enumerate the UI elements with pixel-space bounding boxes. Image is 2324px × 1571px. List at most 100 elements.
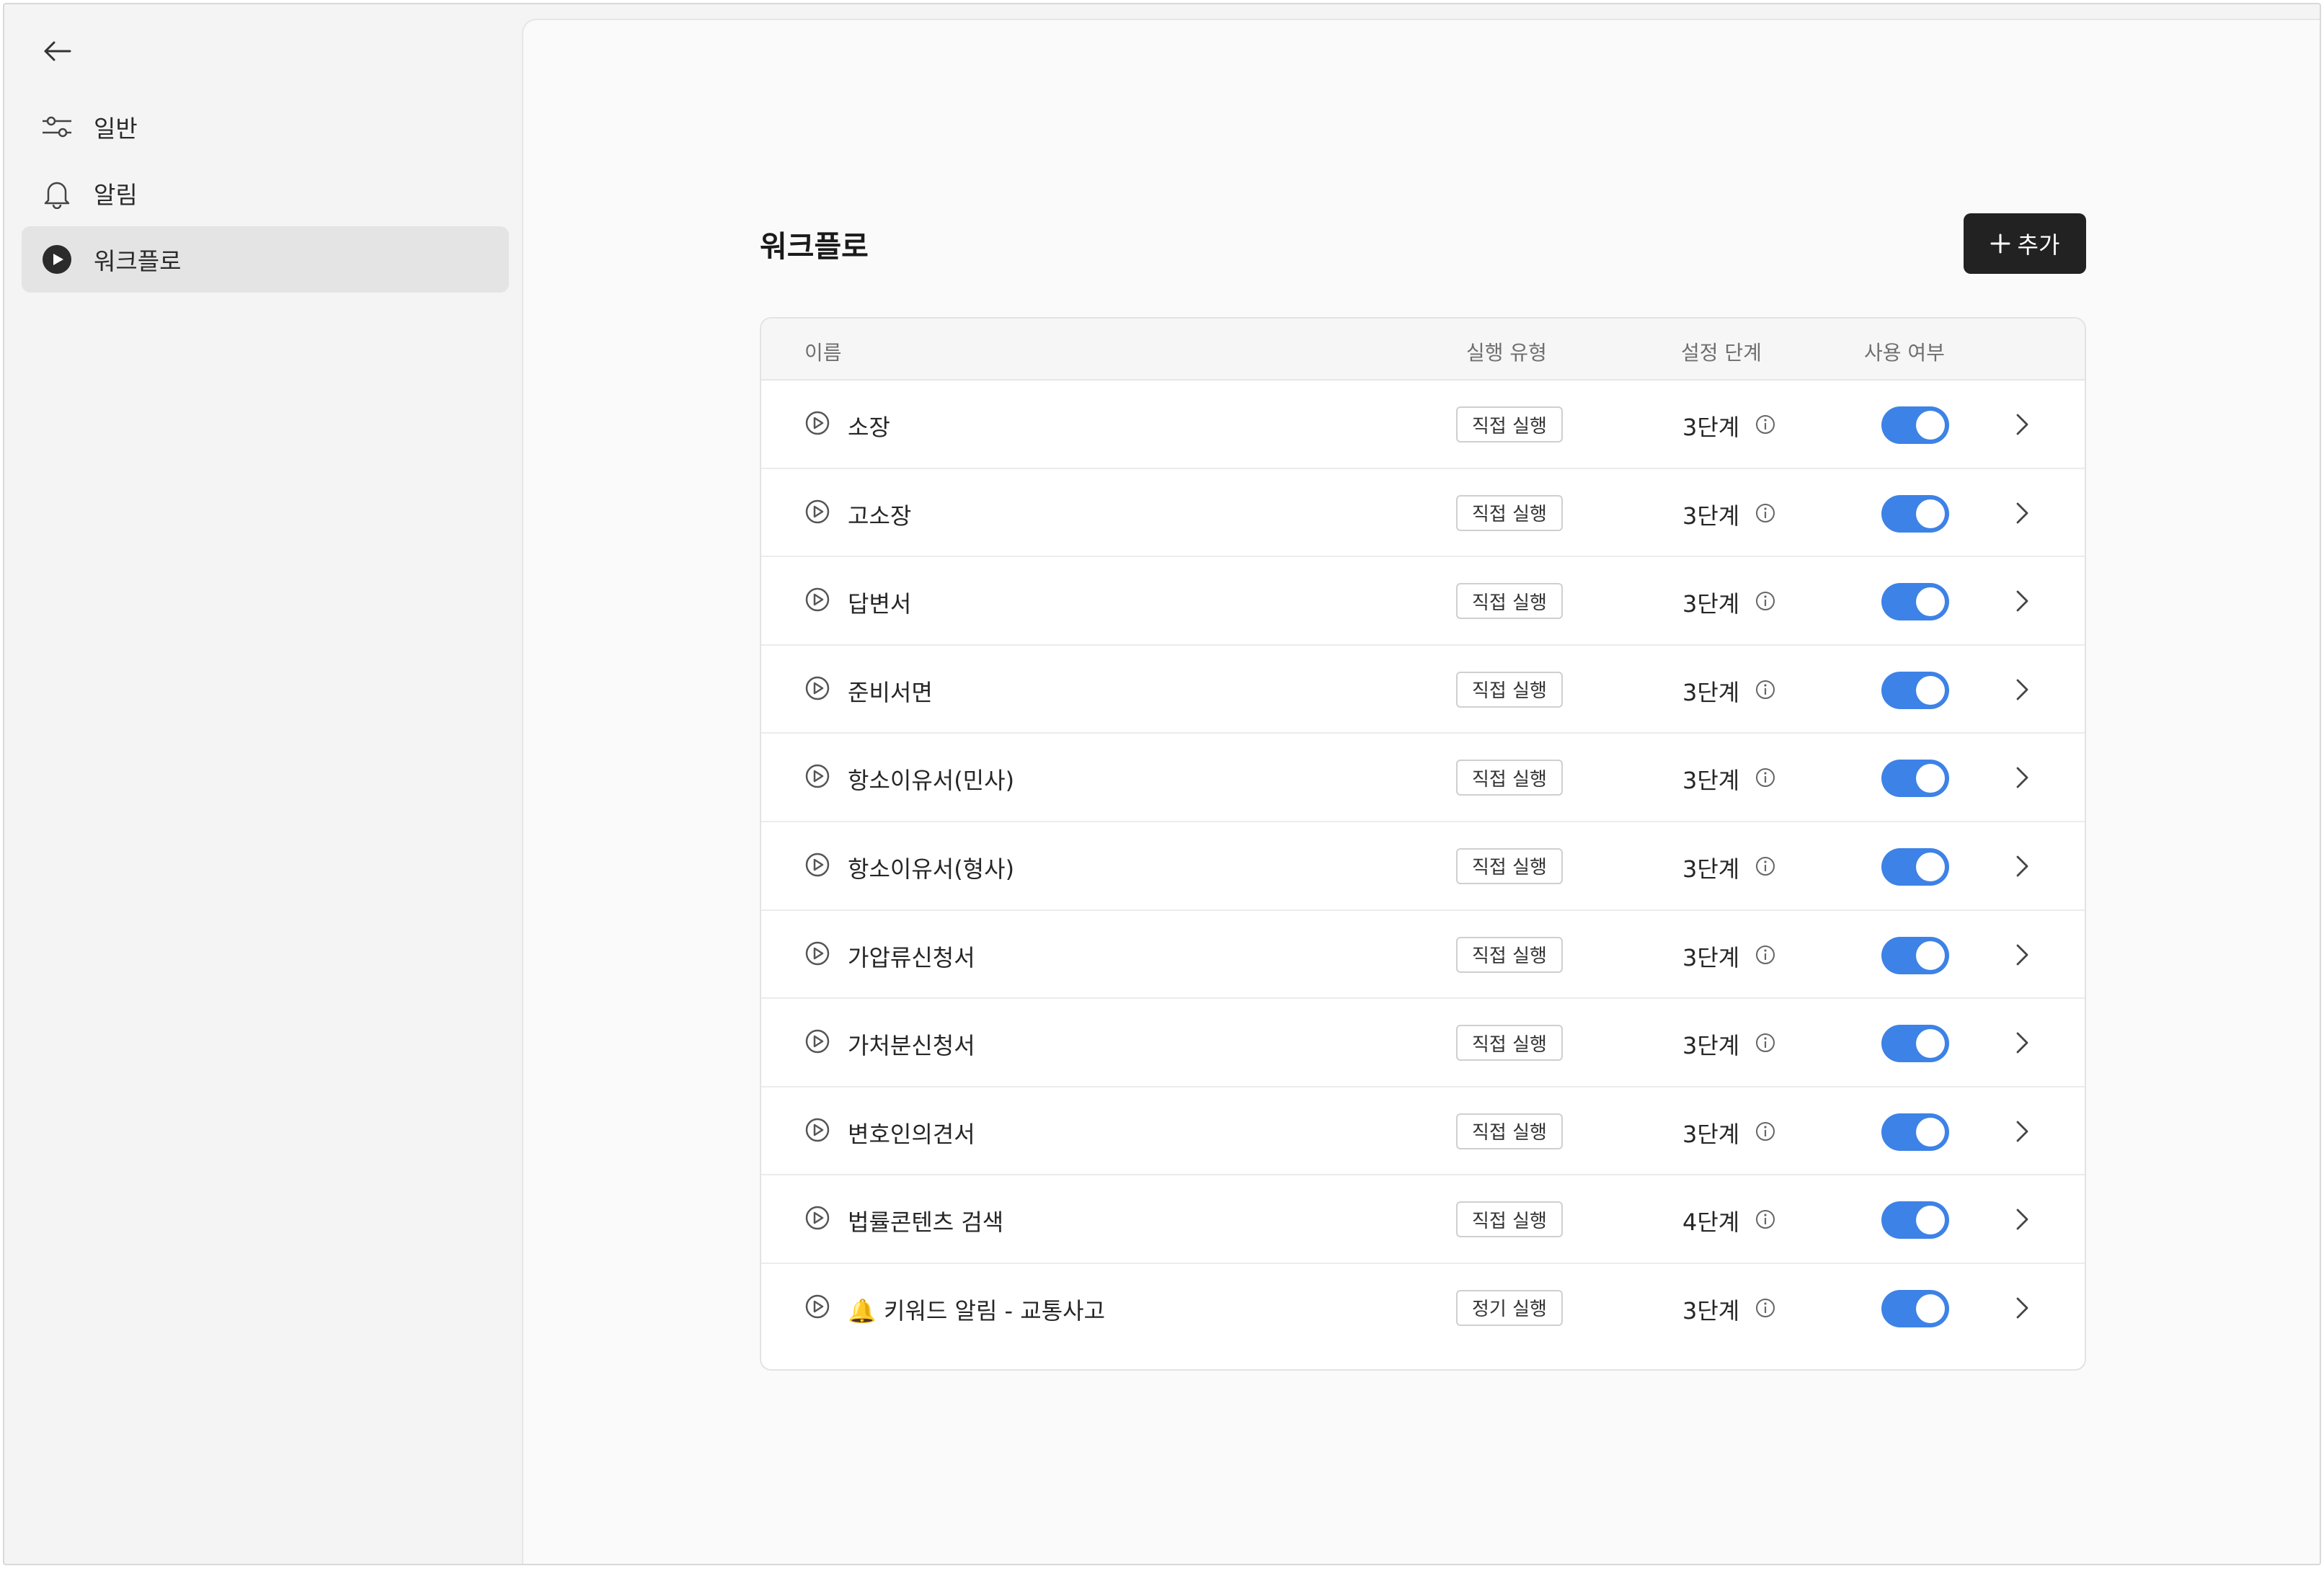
table-row[interactable]: 항소이유서(형사) 직접 실행 3단계 [761, 822, 2085, 911]
workflow-name: 소장 [848, 414, 890, 441]
chevron-right-icon[interactable] [2011, 1207, 2033, 1232]
toggle-knob [1916, 587, 1945, 617]
play-circle-outline-icon [805, 1029, 830, 1054]
table-header: 이름 실행 유형 설정 단계 사용 여부 [761, 319, 2085, 380]
page-title: 워크플로 [760, 229, 869, 264]
sliders-icon [40, 110, 74, 143]
enabled-toggle[interactable] [1881, 760, 1949, 798]
run-type-badge: 직접 실행 [1456, 1025, 1563, 1062]
main-panel: 워크플로 추가 이름 실행 유형 설정 단계 사용 여부 소장 직접 실행 3단… [522, 19, 2320, 1564]
chevron-right-icon[interactable] [2011, 1296, 2033, 1320]
chevron-right-icon[interactable] [2011, 501, 2033, 525]
enabled-toggle[interactable] [1881, 1025, 1949, 1063]
workflow-name: 고소장 [848, 502, 912, 530]
table-row[interactable]: 변호인의견서 직접 실행 3단계 [761, 1087, 2085, 1176]
chevron-right-icon[interactable] [2011, 1031, 2033, 1055]
enabled-toggle[interactable] [1881, 1201, 1949, 1240]
toggle-knob [1916, 675, 1945, 705]
toggle-knob [1916, 764, 1945, 793]
sidebar: 일반 알림 워크플로 [4, 4, 522, 1564]
add-button-label: 추가 [2017, 231, 2060, 259]
chevron-right-icon[interactable] [2011, 589, 2033, 613]
arrow-left-icon [44, 41, 71, 61]
sidebar-item-workflow[interactable]: 워크플로 [22, 226, 509, 293]
run-type-badge: 정기 실행 [1456, 1289, 1563, 1326]
play-circle-outline-icon [805, 587, 830, 612]
play-circle-outline-icon [805, 853, 830, 877]
toggle-knob [1916, 499, 1945, 528]
info-icon[interactable] [1755, 1032, 1776, 1054]
chevron-right-icon[interactable] [2011, 412, 2033, 437]
run-type-badge: 직접 실행 [1456, 583, 1563, 620]
toggle-knob [1916, 1206, 1945, 1235]
step-count: 3단계 [1682, 502, 1740, 530]
run-type-badge: 직접 실행 [1456, 936, 1563, 973]
enabled-toggle[interactable] [1881, 583, 1949, 621]
play-circle-icon [40, 243, 74, 276]
chevron-right-icon[interactable] [2011, 854, 2033, 878]
back-button[interactable] [37, 35, 76, 68]
table-row[interactable]: 🔔 키워드 알림 - 교통사고 정기 실행 3단계 [761, 1264, 2085, 1353]
app-window: 일반 알림 워크플로 워크플로 추가 이름 실행 유형 설정 단계 사용 여부 … [3, 3, 2321, 1565]
info-icon[interactable] [1755, 590, 1776, 612]
info-icon[interactable] [1755, 1121, 1776, 1142]
step-count: 3단계 [1682, 1120, 1740, 1148]
step-count: 3단계 [1682, 678, 1740, 706]
toggle-knob [1916, 940, 1945, 970]
play-circle-outline-icon [805, 1206, 830, 1230]
enabled-toggle[interactable] [1881, 1113, 1949, 1151]
info-icon[interactable] [1755, 944, 1776, 966]
table-row[interactable]: 고소장 직접 실행 3단계 [761, 469, 2085, 558]
run-type-badge: 직접 실행 [1456, 406, 1563, 442]
run-type-badge: 직접 실행 [1456, 760, 1563, 796]
info-icon[interactable] [1755, 1297, 1776, 1319]
step-count: 3단계 [1682, 943, 1740, 971]
info-icon[interactable] [1755, 767, 1776, 788]
chevron-right-icon[interactable] [2011, 677, 2033, 702]
info-icon[interactable] [1755, 679, 1776, 700]
enabled-toggle[interactable] [1881, 1289, 1949, 1327]
column-header-steps: 설정 단계 [1681, 341, 1762, 365]
step-count: 4단계 [1682, 1209, 1740, 1237]
toggle-knob [1916, 1294, 1945, 1323]
chevron-right-icon[interactable] [2011, 1119, 2033, 1144]
table-row[interactable]: 준비서면 직접 실행 3단계 [761, 646, 2085, 734]
toggle-knob [1916, 411, 1945, 440]
workflow-table: 이름 실행 유형 설정 단계 사용 여부 소장 직접 실행 3단계 고소장 직접… [760, 317, 2086, 1371]
add-workflow-button[interactable]: 추가 [1964, 213, 2086, 274]
plus-icon [1990, 233, 2010, 254]
workflow-name: 가처분신청서 [848, 1032, 975, 1060]
enabled-toggle[interactable] [1881, 847, 1949, 886]
table-row[interactable]: 가압류신청서 직접 실행 3단계 [761, 911, 2085, 1000]
table-row[interactable]: 답변서 직접 실행 3단계 [761, 557, 2085, 646]
table-row[interactable]: 항소이유서(민사) 직접 실행 3단계 [761, 734, 2085, 822]
info-icon[interactable] [1755, 414, 1776, 435]
table-body: 소장 직접 실행 3단계 고소장 직접 실행 3단계 답변서 직접 실행 3단계… [761, 380, 2085, 1353]
sidebar-item-notifications[interactable]: 알림 [22, 160, 509, 226]
workflow-name: 항소이유서(민사) [848, 767, 1015, 795]
enabled-toggle[interactable] [1881, 936, 1949, 974]
table-row[interactable]: 소장 직접 실행 3단계 [761, 380, 2085, 469]
sidebar-item-general[interactable]: 일반 [22, 94, 509, 160]
info-icon[interactable] [1755, 1209, 1776, 1230]
play-circle-outline-icon [805, 676, 830, 700]
table-row[interactable]: 법률콘텐츠 검색 직접 실행 4단계 [761, 1175, 2085, 1264]
workflow-name: 가압류신청서 [848, 943, 975, 971]
info-icon[interactable] [1755, 855, 1776, 877]
toggle-knob [1916, 1029, 1945, 1059]
toggle-knob [1916, 1117, 1945, 1147]
info-icon[interactable] [1755, 502, 1776, 524]
table-row[interactable]: 가처분신청서 직접 실행 3단계 [761, 999, 2085, 1087]
step-count: 3단계 [1682, 414, 1740, 441]
chevron-right-icon[interactable] [2011, 765, 2033, 790]
run-type-badge: 직접 실행 [1456, 671, 1563, 708]
enabled-toggle[interactable] [1881, 671, 1949, 709]
run-type-badge: 직접 실행 [1456, 494, 1563, 531]
workflow-name: 답변서 [848, 590, 912, 618]
enabled-toggle[interactable] [1881, 494, 1949, 533]
sidebar-item-label: 일반 [94, 115, 138, 143]
enabled-toggle[interactable] [1881, 406, 1949, 444]
step-count: 3단계 [1682, 767, 1740, 795]
chevron-right-icon[interactable] [2011, 943, 2033, 967]
column-header-enabled: 사용 여부 [1864, 341, 1945, 365]
